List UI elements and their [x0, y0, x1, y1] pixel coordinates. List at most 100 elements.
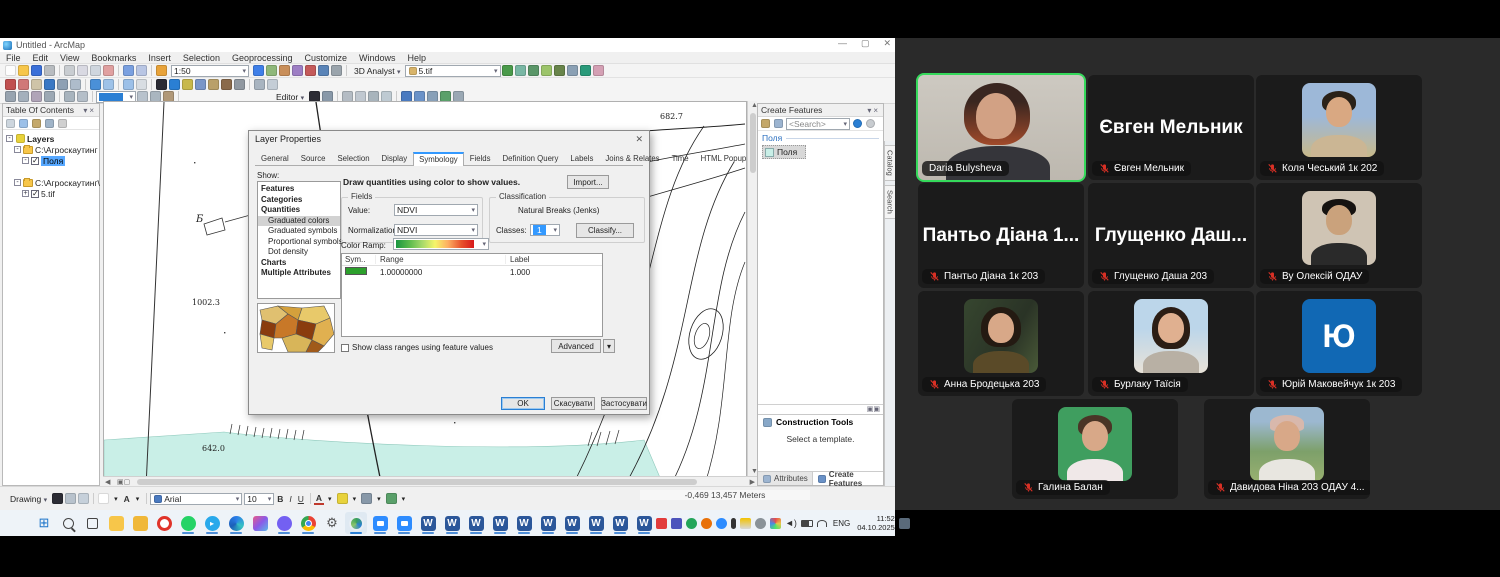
zoom-out-icon[interactable]: [18, 79, 29, 90]
participant-tile-kolya[interactable]: Коля Чеський 1к 202: [1256, 75, 1422, 180]
list-by-selection-icon[interactable]: [45, 119, 54, 128]
list-by-visibility-icon[interactable]: [32, 119, 41, 128]
recording-tray-icon[interactable]: [656, 518, 667, 529]
toc-group-agroscouting[interactable]: - C:\Агроскаутинг: [6, 144, 99, 155]
select-elements-icon[interactable]: [52, 493, 63, 504]
fixed-zoom-out-icon[interactable]: [70, 79, 81, 90]
italic-button[interactable]: I: [286, 494, 294, 504]
teams-tray-icon[interactable]: [671, 518, 682, 529]
show-item-multiple-attributes[interactable]: Multiple Attributes: [258, 268, 340, 279]
layout-icon[interactable]: [279, 65, 290, 76]
expand-icon[interactable]: +: [22, 190, 29, 197]
template-item-polya[interactable]: Поля: [762, 145, 806, 159]
surface-icon[interactable]: [515, 65, 526, 76]
toc-layer-5tif[interactable]: + 5.tif: [6, 188, 99, 199]
toc-options-icon[interactable]: [58, 119, 67, 128]
paste-icon[interactable]: [90, 65, 101, 76]
pan-icon[interactable]: [31, 79, 42, 90]
apply-button[interactable]: Застосувати: [601, 397, 647, 410]
battery-icon[interactable]: [801, 520, 813, 527]
effects-icon-5[interactable]: [64, 91, 75, 102]
contour-icon[interactable]: [541, 65, 552, 76]
ok-button[interactable]: OK: [501, 397, 545, 410]
word-icon[interactable]: W: [513, 512, 535, 534]
value-combo[interactable]: NDVI▾: [394, 204, 478, 216]
show-item-dot-density[interactable]: Dot density: [258, 247, 340, 258]
color-tray-icon[interactable]: [770, 518, 781, 529]
notification-center-icon[interactable]: [899, 518, 910, 529]
show-class-ranges-checkbox[interactable]: Show class ranges using feature values: [341, 343, 493, 352]
layer-checkbox[interactable]: [31, 190, 39, 198]
word-icon[interactable]: W: [633, 512, 655, 534]
word-icon[interactable]: W: [417, 512, 439, 534]
symbology-show-list[interactable]: Features Categories Quantities Graduated…: [257, 181, 341, 299]
tab-create-features[interactable]: Create Features: [813, 472, 883, 485]
tab-time[interactable]: Time: [666, 151, 695, 165]
menu-bookmarks[interactable]: Bookmarks: [85, 53, 142, 63]
full-extent-icon[interactable]: [44, 79, 55, 90]
tab-display[interactable]: Display: [376, 151, 414, 165]
drawing-menu[interactable]: Drawing ▾: [6, 494, 51, 504]
menu-windows[interactable]: Windows: [353, 53, 402, 63]
bold-button[interactable]: B: [274, 494, 286, 504]
settings-icon[interactable]: ⚙: [321, 512, 343, 534]
symbol-row[interactable]: 1.00000000 1.000: [342, 266, 602, 278]
effects-icon-2[interactable]: [18, 91, 29, 102]
tab-symbology[interactable]: Symbology: [413, 152, 464, 166]
file-explorer-icon[interactable]: [129, 512, 151, 534]
toolbox-icon[interactable]: [305, 65, 316, 76]
analyst-toolbar-label[interactable]: 3D Analyst ▾: [350, 66, 405, 76]
opera-icon[interactable]: [153, 512, 175, 534]
word-icon[interactable]: W: [441, 512, 463, 534]
tab-labels[interactable]: Labels: [564, 151, 599, 165]
collapse-icon[interactable]: -: [14, 179, 21, 186]
text-tool-icon[interactable]: A: [122, 494, 132, 504]
show-item-features[interactable]: Features: [258, 184, 340, 195]
search-button[interactable]: [57, 512, 79, 534]
select-features-icon[interactable]: [123, 79, 134, 90]
orange-tray-icon[interactable]: [701, 518, 712, 529]
toc-close-icon[interactable]: ×: [89, 106, 96, 115]
find-icon[interactable]: [208, 79, 219, 90]
fill-color-icon[interactable]: [386, 493, 397, 504]
tab-html-popup[interactable]: HTML Popup: [695, 151, 753, 165]
show-item-graduated-symbols[interactable]: Graduated symbols: [258, 226, 340, 237]
participant-tile-anna[interactable]: Анна Бродецька 203: [918, 291, 1084, 396]
participant-tile-davydova[interactable]: Давидова Ніна 203 ОДАУ 4...: [1204, 399, 1370, 499]
organize-templates-icon[interactable]: [761, 119, 770, 128]
tab-attributes[interactable]: Attributes: [758, 472, 813, 485]
tab-joins-relates[interactable]: Joins & Relates: [599, 151, 665, 165]
effects-icon-6[interactable]: [77, 91, 88, 102]
color-ramp-combo[interactable]: ▾: [393, 238, 489, 250]
globe-view-icon[interactable]: [567, 65, 578, 76]
time-slider-icon[interactable]: [267, 79, 278, 90]
show-item-quantities[interactable]: Quantities: [258, 205, 340, 216]
participant-tile-yurii[interactable]: Ю Юрій Маковейчук 1к 203: [1256, 291, 1422, 396]
zoom-in-icon[interactable]: [5, 79, 16, 90]
column-label[interactable]: Label: [506, 255, 530, 264]
chrome-icon[interactable]: [297, 512, 319, 534]
back-extent-icon[interactable]: [90, 79, 101, 90]
hyperlink-icon[interactable]: [182, 79, 193, 90]
zoom-app-icon[interactable]: [393, 512, 415, 534]
python-icon[interactable]: [331, 65, 342, 76]
toc-group-agroscouting2[interactable]: - C:\Агроскаутинг\: [6, 177, 99, 188]
word-icon[interactable]: W: [537, 512, 559, 534]
participant-tile-halyna[interactable]: Галина Балан: [1012, 399, 1178, 499]
word-icon[interactable]: W: [561, 512, 583, 534]
editor-toolbar-label[interactable]: Editor ▾: [272, 92, 308, 102]
scene-icon[interactable]: [593, 65, 604, 76]
zoom-app-icon[interactable]: [369, 512, 391, 534]
map-horizontal-scrollbar[interactable]: ◀ ▶ ▣▢: [103, 476, 757, 486]
measure-icon[interactable]: [254, 79, 265, 90]
participant-tile-hlushchenko[interactable]: Глущенко Даш... Глущенко Даша 203: [1088, 183, 1254, 288]
line-color-icon[interactable]: [361, 493, 372, 504]
profile-icon[interactable]: [554, 65, 565, 76]
tab-fields[interactable]: Fields: [464, 151, 497, 165]
start-button[interactable]: ⊞: [33, 512, 55, 534]
template-search-input[interactable]: <Search>▾: [786, 118, 850, 130]
redo-icon[interactable]: [136, 65, 147, 76]
map-icon[interactable]: [266, 65, 277, 76]
show-item-charts[interactable]: Charts: [258, 258, 340, 269]
wifi-icon[interactable]: [817, 520, 827, 527]
